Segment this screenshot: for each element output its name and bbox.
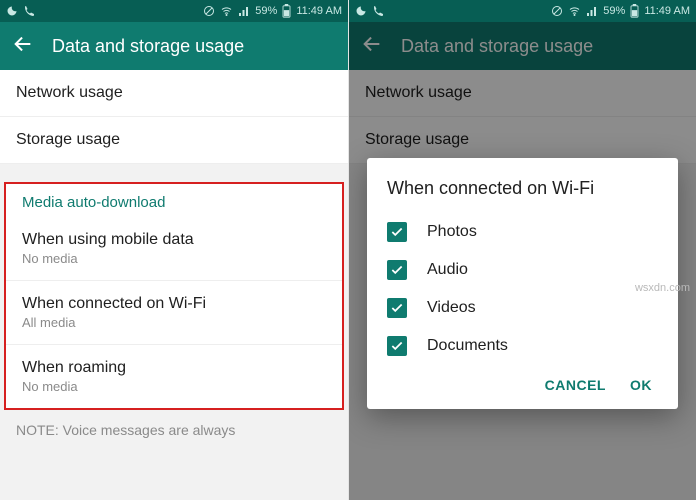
phone-icon [23,5,35,17]
item-wifi[interactable]: When connected on Wi-Fi All media [6,281,342,345]
signal-icon [238,5,250,17]
phone-right: 59% 11:49 AM Data and storage usage Netw… [348,0,696,500]
dnd-icon [203,5,215,17]
item-sublabel: All media [22,315,326,330]
option-label: Audio [427,261,468,279]
signal-icon [586,5,598,17]
option-videos[interactable]: Videos [387,289,658,327]
wifi-icon [568,5,581,17]
item-roaming[interactable]: When roaming No media [6,345,342,408]
item-label: When roaming [22,359,326,377]
dialog-actions: CANCEL OK [387,365,658,401]
item-sublabel: No media [22,251,326,266]
phone-left: 59% 11:49 AM Data and storage usage Netw… [0,0,348,500]
option-label: Documents [427,337,508,355]
option-label: Videos [427,299,476,317]
wifi-icon [220,5,233,17]
option-documents[interactable]: Documents [387,327,658,365]
section-spacer [0,164,348,182]
clock-time: 11:49 AM [644,5,690,17]
settings-list: Network usage Storage usage [0,70,348,164]
battery-icon [282,4,291,18]
battery-percent: 59% [255,5,277,17]
toolbar: Data and storage usage [0,22,348,70]
media-auto-download-highlight: Media auto-download When using mobile da… [4,182,344,410]
moon-icon [6,5,18,17]
checkbox-checked-icon[interactable] [387,260,407,280]
back-icon[interactable] [12,33,34,60]
battery-icon [630,4,639,18]
wifi-media-dialog: When connected on Wi-Fi Photos Audio Vid… [367,158,678,409]
status-bar: 59% 11:49 AM [349,0,696,22]
battery-percent: 59% [603,5,625,17]
option-audio[interactable]: Audio [387,251,658,289]
item-label: Storage usage [16,131,332,149]
item-network-usage[interactable]: Network usage [0,70,348,117]
item-label: When connected on Wi-Fi [22,295,326,313]
option-photos[interactable]: Photos [387,213,658,251]
item-mobile-data[interactable]: When using mobile data No media [6,217,342,281]
dialog-title: When connected on Wi-Fi [387,178,658,199]
item-storage-usage[interactable]: Storage usage [0,117,348,164]
dnd-icon [551,5,563,17]
item-label: When using mobile data [22,231,326,249]
cancel-button[interactable]: CANCEL [545,377,606,393]
checkbox-checked-icon[interactable] [387,298,407,318]
status-bar: 59% 11:49 AM [0,0,348,22]
phone-icon [372,5,384,17]
checkbox-checked-icon[interactable] [387,336,407,356]
moon-icon [355,5,367,17]
item-sublabel: No media [22,379,326,394]
option-label: Photos [427,223,477,241]
section-header-media: Media auto-download [6,184,342,217]
clock-time: 11:49 AM [296,5,342,17]
page-title: Data and storage usage [52,36,244,57]
ok-button[interactable]: OK [630,377,652,393]
item-label: Network usage [16,84,332,102]
note-text: NOTE: Voice messages are always [0,410,348,450]
checkbox-checked-icon[interactable] [387,222,407,242]
